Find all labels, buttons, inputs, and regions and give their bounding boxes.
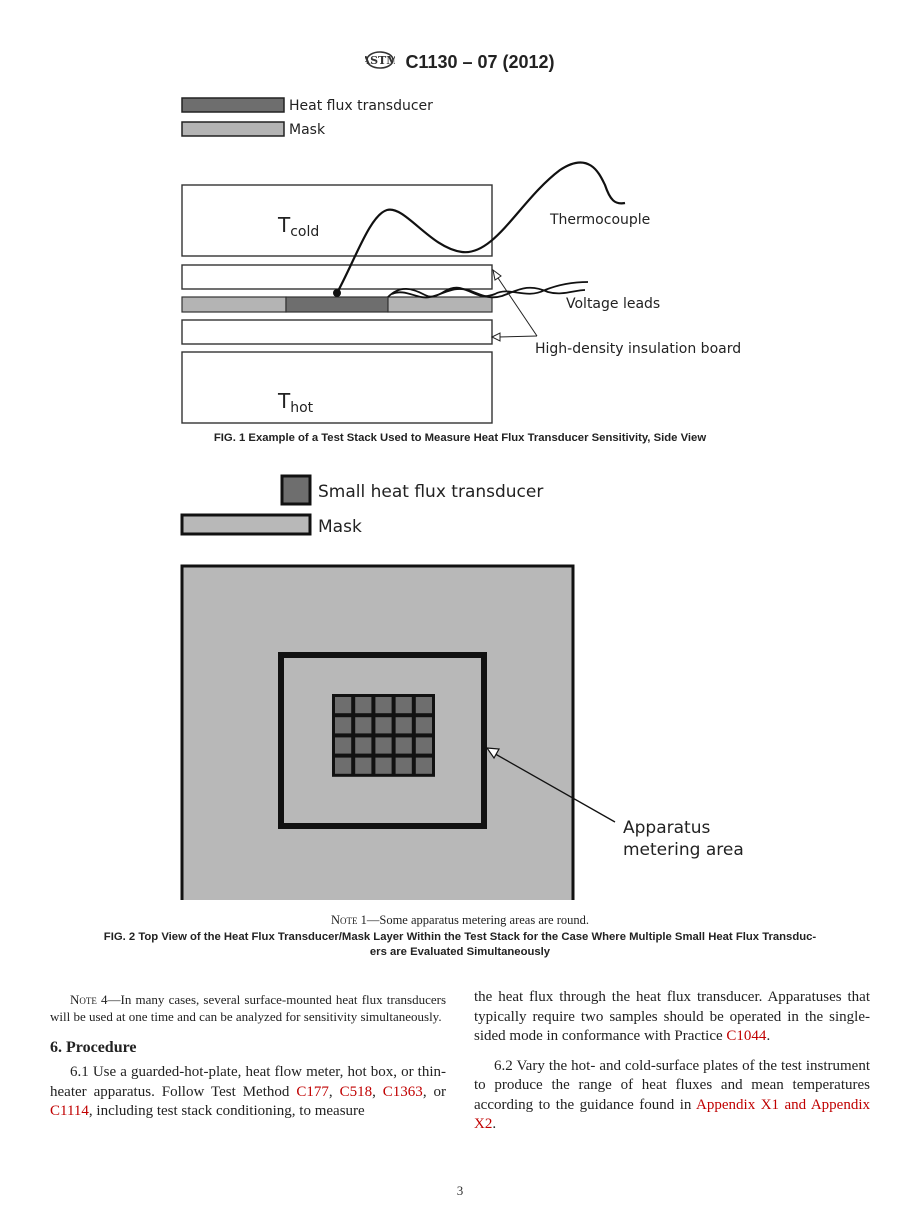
insulation-board-top <box>181 264 493 290</box>
insulation-pointer-bottom <box>497 335 538 338</box>
legend-label-mask: Mask <box>289 122 326 138</box>
link-c1044[interactable]: C1044 <box>726 1028 766 1044</box>
paragraph-6-1-part2: the heat flux through the heat flux tran… <box>474 989 870 1044</box>
fig2-legend: Small heat flux transducer Mask <box>180 474 543 537</box>
legend-label-transducer: Heat flux transducer <box>289 98 433 114</box>
metering-label-line2: metering area <box>623 840 744 860</box>
heat-flux-transducer <box>285 296 389 313</box>
small-transducer-cell <box>335 697 352 714</box>
fig2-note: Note 1—Some apparatus metering areas are… <box>0 913 920 928</box>
note-label: Note <box>330 913 358 927</box>
page-number: 3 <box>456 1183 464 1198</box>
small-transducer-cell <box>395 757 412 774</box>
small-transducer-cell <box>395 717 412 734</box>
legend-label-mask-2: Mask <box>318 517 362 537</box>
small-transducer-cell <box>375 737 392 754</box>
legend-swatch-transducer <box>181 97 285 113</box>
small-transducer-cell <box>415 717 432 734</box>
section-heading-procedure: 6. Procedure <box>50 1039 137 1056</box>
link-c518[interactable]: C518 <box>340 1084 373 1100</box>
metering-label-line1: Apparatus <box>623 818 710 838</box>
small-transducer-cell <box>395 737 412 754</box>
fig1-test-stack: Tcold Thot Thermocouple Voltage leads Hi… <box>181 161 741 424</box>
hot-plate <box>181 351 493 424</box>
fig2-top-view: Apparatus metering area <box>180 564 744 900</box>
insulation-board-bottom <box>181 319 493 345</box>
right-column: the heat flux through the heat flux tran… <box>474 988 870 1135</box>
fig2-caption-line2: ers are Evaluated Simultaneously <box>369 946 551 958</box>
small-transducer-cell <box>395 697 412 714</box>
figures-canvas: Heat flux transducer Mask Tcold Thot The… <box>180 97 744 900</box>
legend-swatch-mask <box>181 121 285 137</box>
fig1-legend: Heat flux transducer Mask <box>181 97 433 138</box>
small-transducer-cell <box>415 697 432 714</box>
note-4: Note 4—In many cases, several surface-mo… <box>50 992 446 1024</box>
mask-left <box>181 296 287 313</box>
insulation-label: High-density insulation board <box>535 341 741 357</box>
small-transducer-cell <box>375 757 392 774</box>
voltage-leads-label: Voltage leads <box>566 296 660 312</box>
link-c177[interactable]: C177 <box>296 1084 329 1100</box>
fig1-caption: FIG. 1 Example of a Test Stack Used to M… <box>213 432 707 444</box>
thermocouple-junction <box>333 289 341 297</box>
mask-right <box>387 296 493 313</box>
insulation-pointer-top <box>495 274 538 337</box>
cold-plate <box>181 184 493 257</box>
link-c1363[interactable]: C1363 <box>383 1084 423 1100</box>
transducer-grid <box>332 694 435 777</box>
thermocouple-label: Thermocouple <box>549 212 650 228</box>
legend-swatch-mask-2 <box>180 513 312 536</box>
small-transducer-cell <box>355 717 372 734</box>
arrowhead-top <box>492 268 502 281</box>
small-transducer-cell <box>375 697 392 714</box>
small-transducer-cell <box>415 757 432 774</box>
note-text: 1—Some apparatus metering areas are roun… <box>357 913 590 927</box>
small-transducer-cell <box>335 717 352 734</box>
legend-label-small-transducer: Small heat flux transducer <box>318 482 543 502</box>
paragraph-6-1-part1: 6.1 Use a guarded-hot-plate, heat flow m… <box>50 1064 447 1119</box>
small-transducer-cell <box>355 757 372 774</box>
small-transducer-cell <box>375 717 392 734</box>
small-transducer-cell <box>355 737 372 754</box>
small-transducer-cell <box>335 757 352 774</box>
link-c1114[interactable]: C1114 <box>50 1103 89 1119</box>
small-transducer-cell <box>415 737 432 754</box>
left-column: Note 4—In many cases, several surface-mo… <box>50 992 446 1122</box>
arrowhead-bottom <box>490 332 501 342</box>
small-transducer-cell <box>335 737 352 754</box>
fig2-caption-line1: FIG. 2 Top View of the Heat Flux Transdu… <box>103 931 817 943</box>
small-transducer-cell <box>355 697 372 714</box>
legend-swatch-small-transducer <box>280 474 312 506</box>
paragraph-6-2: 6.2 Vary the hot- and cold-surface plate… <box>474 1057 870 1133</box>
